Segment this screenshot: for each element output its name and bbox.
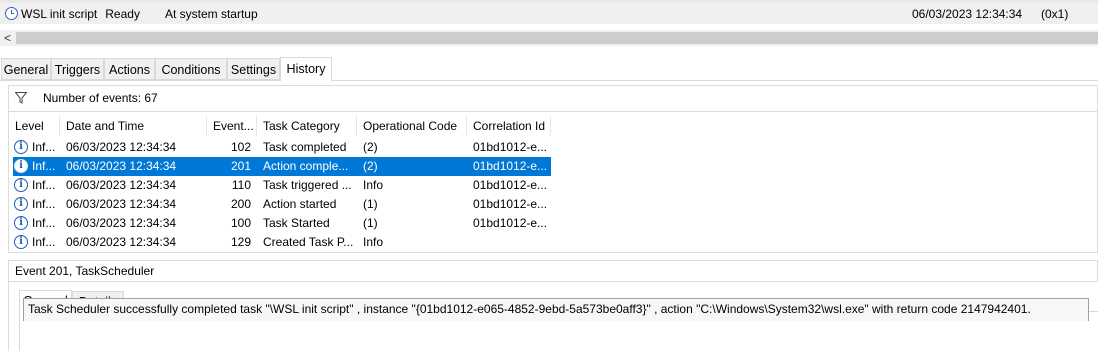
task-last-run-time: 06/03/2023 12:34:34 bbox=[912, 6, 1023, 21]
table-row[interactable]: i Inf... 06/03/2023 12:34:34 100 Task St… bbox=[13, 214, 551, 233]
cell-correlation: 01bd1012-e... bbox=[473, 178, 548, 192]
cell-level: Inf... bbox=[32, 159, 56, 173]
cell-opcode: Info bbox=[363, 178, 384, 192]
table-row-selected[interactable]: i Inf... 06/03/2023 12:34:34 201 Action … bbox=[13, 157, 551, 176]
cell-date: 06/03/2023 12:34:34 bbox=[66, 235, 177, 249]
tab-general[interactable]: General bbox=[1, 58, 51, 80]
table-header: Level Date and Time Event... Task Catego… bbox=[9, 116, 1098, 136]
cell-date: 06/03/2023 12:34:34 bbox=[66, 159, 177, 173]
cell-opcode: Info bbox=[363, 235, 384, 249]
cell-correlation: 01bd1012-e... bbox=[473, 216, 548, 230]
history-toolbar: Number of events: 67 bbox=[8, 85, 1098, 111]
column-task-category[interactable]: Task Category bbox=[257, 116, 357, 136]
info-icon: i bbox=[14, 178, 28, 192]
cell-category: Created Task P... bbox=[263, 235, 354, 249]
cell-event-id: 102 bbox=[230, 140, 251, 154]
info-icon: i bbox=[14, 159, 28, 173]
task-trigger: At system startup bbox=[164, 6, 258, 21]
cell-category: Action started bbox=[263, 197, 337, 211]
cell-opcode: (2) bbox=[363, 159, 378, 173]
cell-event-id: 100 bbox=[230, 216, 251, 230]
info-icon: i bbox=[14, 216, 28, 230]
scrollbar-thumb[interactable] bbox=[16, 32, 1098, 44]
task-status: Ready bbox=[105, 6, 140, 21]
cell-correlation: 01bd1012-e... bbox=[473, 140, 548, 154]
info-icon: i bbox=[14, 140, 28, 154]
cell-opcode: (1) bbox=[363, 197, 378, 211]
table-row[interactable]: i Inf... 06/03/2023 12:34:34 102 Task co… bbox=[13, 138, 551, 157]
tab-triggers[interactable]: Triggers bbox=[51, 58, 104, 80]
clock-icon bbox=[5, 7, 18, 20]
cell-level: Inf... bbox=[32, 178, 56, 192]
cell-level: Inf... bbox=[32, 140, 56, 154]
cell-category: Action comple... bbox=[263, 159, 349, 173]
tab-conditions[interactable]: Conditions bbox=[155, 58, 227, 80]
info-icon: i bbox=[14, 197, 28, 211]
cell-correlation: 01bd1012-e... bbox=[473, 197, 548, 211]
task-tabs: General Triggers Actions Conditions Sett… bbox=[0, 57, 1098, 81]
column-event-id[interactable]: Event... bbox=[207, 116, 257, 136]
cell-correlation: 01bd1012-e... bbox=[473, 159, 548, 173]
event-detail-panel: General Details Task Scheduler successfu… bbox=[8, 282, 1098, 351]
cell-date: 06/03/2023 12:34:34 bbox=[66, 197, 177, 211]
cell-opcode: (2) bbox=[363, 140, 378, 154]
tab-settings[interactable]: Settings bbox=[227, 58, 280, 80]
column-correlation-id[interactable]: Correlation Id bbox=[467, 116, 551, 136]
table-row[interactable]: i Inf... 06/03/2023 12:34:34 129 Created… bbox=[13, 233, 551, 252]
cell-date: 06/03/2023 12:34:34 bbox=[66, 140, 177, 154]
table-row[interactable]: i Inf... 06/03/2023 12:34:34 200 Action … bbox=[13, 195, 551, 214]
event-message: Task Scheduler successfully completed ta… bbox=[28, 302, 1031, 316]
column-level[interactable]: Level bbox=[9, 116, 60, 136]
cell-category: Task triggered ... bbox=[263, 178, 352, 192]
cell-opcode: (1) bbox=[363, 216, 378, 230]
event-detail-header: Event 201, TaskScheduler bbox=[8, 260, 1098, 282]
cell-category: Task completed bbox=[263, 140, 347, 154]
tab-history[interactable]: History bbox=[280, 57, 332, 81]
task-name: WSL init script bbox=[21, 6, 98, 21]
horizontal-scrollbar[interactable]: < bbox=[0, 30, 1098, 46]
cell-category: Task Started bbox=[263, 216, 330, 230]
cell-level: Inf... bbox=[32, 216, 56, 230]
task-list-row[interactable]: WSL init script Ready At system startup … bbox=[0, 3, 1098, 24]
column-operational-code[interactable]: Operational Code bbox=[357, 116, 467, 136]
cell-event-id: 201 bbox=[230, 159, 251, 173]
event-count: Number of events: 67 bbox=[43, 91, 158, 105]
column-date-time[interactable]: Date and Time bbox=[60, 116, 207, 136]
cell-event-id: 129 bbox=[230, 235, 251, 249]
cell-date: 06/03/2023 12:34:34 bbox=[66, 178, 177, 192]
history-event-table[interactable]: Level Date and Time Event... Task Catego… bbox=[8, 111, 1098, 253]
cell-event-id: 200 bbox=[230, 197, 251, 211]
event-detail-title: Event 201, TaskScheduler bbox=[15, 264, 155, 278]
event-message-box[interactable]: Task Scheduler successfully completed ta… bbox=[23, 298, 1089, 321]
table-row[interactable]: i Inf... 06/03/2023 12:34:34 110 Task tr… bbox=[13, 176, 551, 195]
tab-actions[interactable]: Actions bbox=[104, 58, 155, 80]
task-last-run-result: (0x1) bbox=[1041, 6, 1069, 21]
cell-level: Inf... bbox=[32, 235, 56, 249]
filter-icon[interactable] bbox=[15, 92, 27, 104]
cell-correlation bbox=[473, 233, 551, 252]
info-icon: i bbox=[14, 235, 28, 249]
scroll-left-icon[interactable]: < bbox=[4, 30, 11, 46]
cell-event-id: 110 bbox=[231, 178, 251, 192]
cell-date: 06/03/2023 12:34:34 bbox=[66, 216, 177, 230]
cell-level: Inf... bbox=[32, 197, 56, 211]
